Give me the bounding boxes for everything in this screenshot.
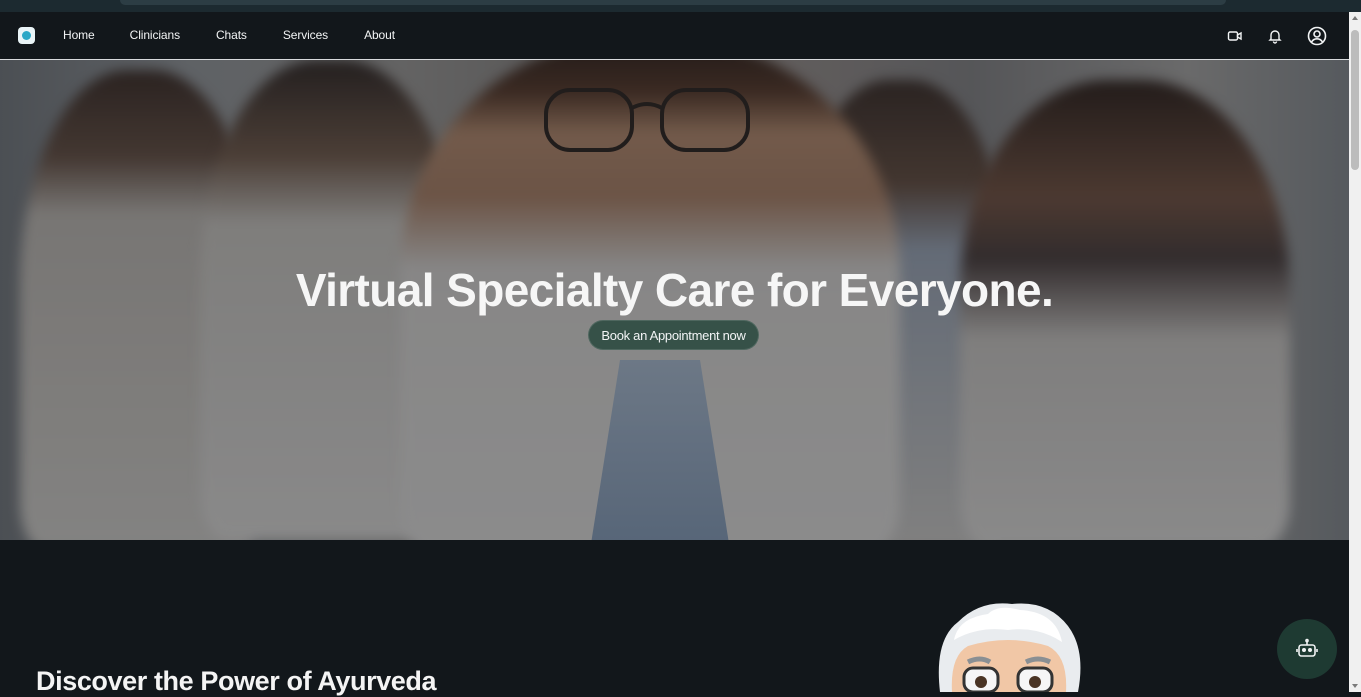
nav-services[interactable]: Services [283,28,328,42]
navbar: Home Clinicians Chats Services About [0,12,1349,60]
page-scrollbar[interactable] [1349,12,1361,692]
hero-title: Virtual Specialty Care for Everyone. [295,264,1054,316]
nav-chats[interactable]: Chats [216,28,247,42]
scrollbar-thumb[interactable] [1351,30,1359,170]
user-circle-icon[interactable] [1307,26,1327,46]
video-camera-icon[interactable] [1227,28,1243,44]
chatbot-button[interactable] [1277,619,1337,679]
scroll-up-arrow[interactable] [1352,16,1358,20]
app-logo[interactable] [18,27,35,44]
browser-top-strip [0,0,1361,12]
book-appointment-button[interactable]: Book an Appointment now [588,320,759,350]
nav-icons [1227,26,1327,46]
nav-about[interactable]: About [364,28,395,42]
robot-icon [1296,638,1318,657]
bell-icon[interactable] [1267,28,1283,44]
browser-tab-strip [120,0,1226,5]
scroll-down-arrow[interactable] [1352,684,1358,688]
nav-home[interactable]: Home [63,28,95,42]
ayurveda-doctor-illustration [938,603,1081,692]
nav-clinicians[interactable]: Clinicians [130,28,180,42]
ayurveda-section: Discover the Power of Ayurveda [0,540,1349,696]
nav-links: Home Clinicians Chats Services About [63,28,395,42]
section-title: Discover the Power of Ayurveda [36,666,437,696]
hero-banner: Virtual Specialty Care for Everyone. Boo… [0,60,1349,540]
